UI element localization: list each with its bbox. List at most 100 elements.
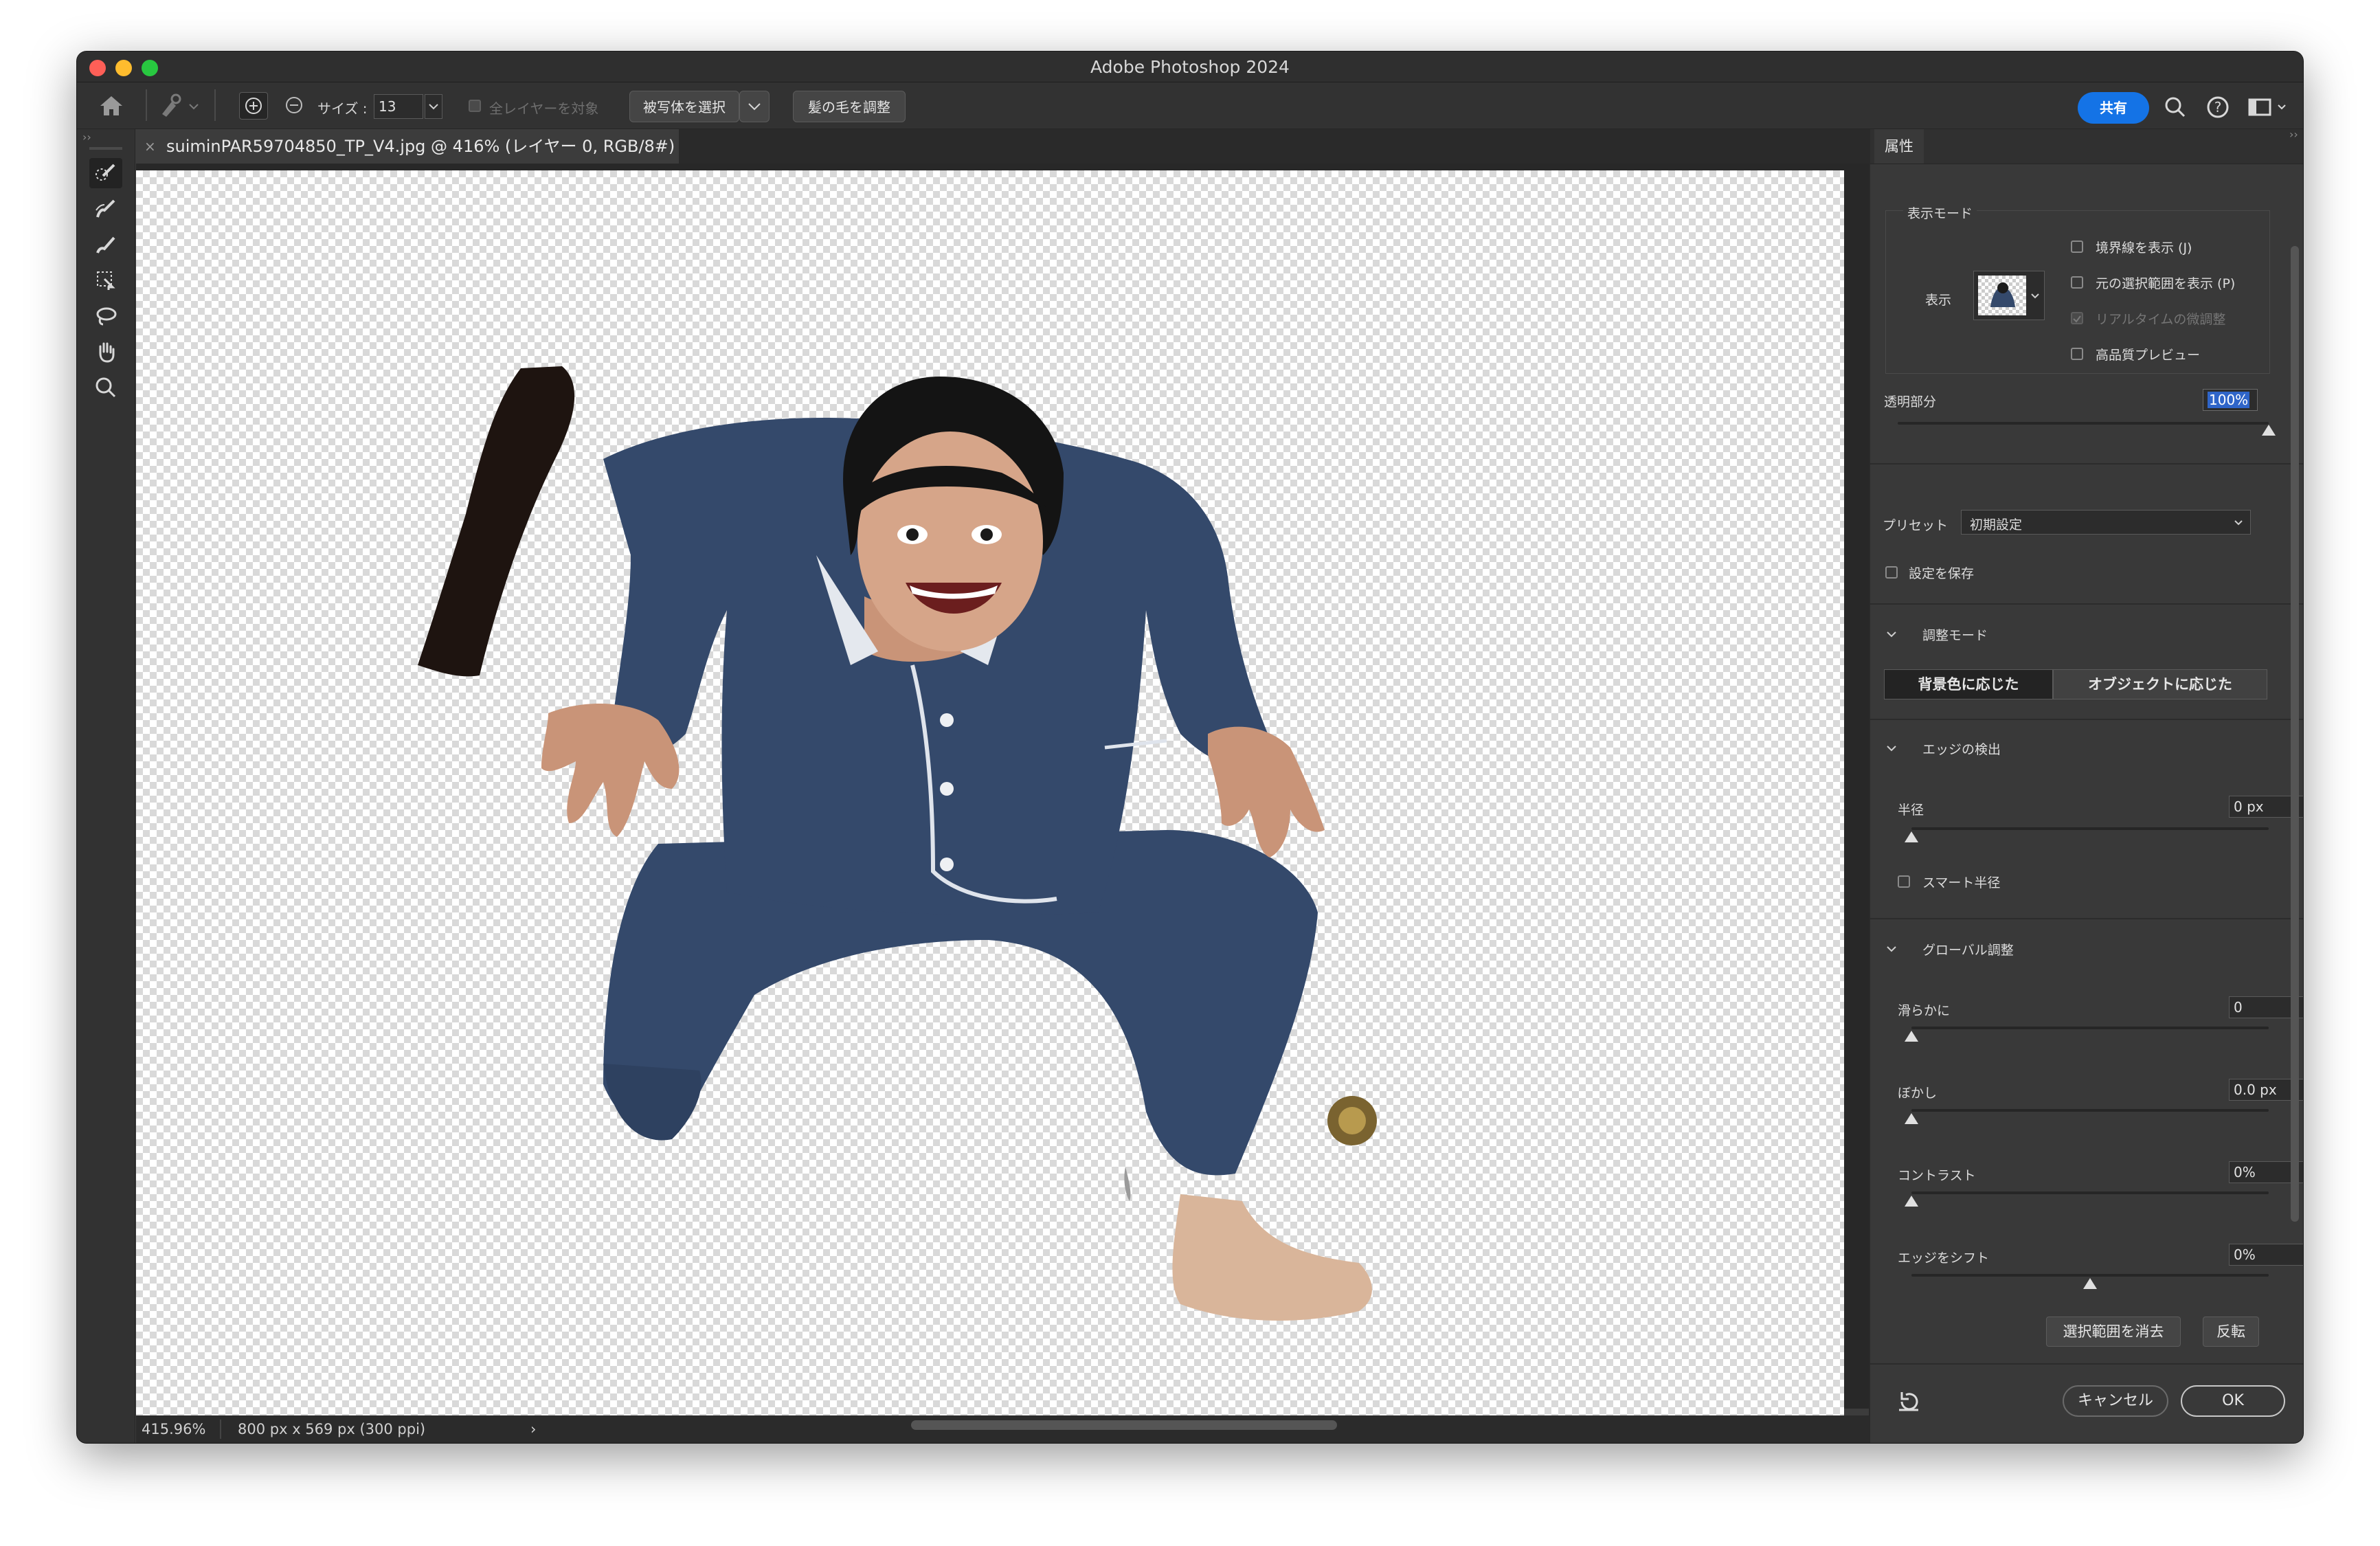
size-dropdown-icon[interactable] (425, 94, 442, 119)
feather-value: 0.0 px (2234, 1082, 2277, 1098)
collapse-panel-icon[interactable]: ›› (2289, 128, 2298, 141)
object-aware-button[interactable]: オブジェクトに応じた (2053, 669, 2267, 699)
zoom-icon[interactable] (89, 372, 122, 403)
size-input[interactable]: 13 (374, 94, 423, 119)
feather-label: ぼかし (1898, 1086, 1938, 1101)
transparency-value: 100% (2208, 392, 2250, 408)
smart-radius-checkbox[interactable] (1898, 875, 1910, 888)
cancel-button[interactable]: キャンセル (2063, 1385, 2168, 1417)
contrast-slider-thumb[interactable] (1905, 1196, 1918, 1207)
feather-slider-thumb[interactable] (1905, 1113, 1918, 1124)
realtime-refinement-checkbox[interactable] (2071, 312, 2083, 324)
invert-label: 反転 (2216, 1323, 2245, 1340)
smooth-slider-track[interactable] (1911, 1027, 2269, 1029)
contrast-value: 0% (2234, 1164, 2256, 1180)
select-subject-button[interactable]: 被写体を選択 (629, 91, 739, 122)
canvas-horizontal-scrollbar[interactable] (911, 1420, 1337, 1430)
shift-edge-slider-thumb[interactable] (2083, 1278, 2097, 1289)
zoom-level[interactable]: 415.96% (142, 1415, 205, 1443)
refine-edge-brush-icon[interactable] (89, 194, 122, 224)
smooth-value: 0 (2234, 999, 2243, 1016)
background-aware-button[interactable]: 背景色に応じた (1884, 669, 2053, 699)
document-tab[interactable]: × suiminPAR59704850_TP_V4.jpg @ 416% (レイ… (136, 129, 679, 164)
background-aware-label: 背景色に応じた (1918, 676, 2019, 693)
shift-edge-label: エッジをシフト (1898, 1251, 1990, 1266)
tool-preset-picker[interactable] (158, 92, 202, 120)
chevron-down-icon[interactable] (1885, 628, 1898, 640)
show-edge-label: 境界線を表示 (J) (2096, 240, 2192, 256)
photoshop-window: Adobe Photoshop 2024 サイズ : 13 全レイヤーを対象 被… (77, 52, 2303, 1443)
share-label: 共有 (2100, 100, 2127, 116)
smart-radius-label: スマート半径 (1922, 875, 2001, 890)
contrast-slider-track[interactable] (1911, 1191, 2269, 1194)
search-icon[interactable] (2162, 93, 2189, 121)
workspace-icon[interactable] (2247, 93, 2289, 121)
radius-value: 0 px (2234, 798, 2264, 815)
show-original-checkbox[interactable] (2071, 276, 2083, 289)
show-edge-checkbox[interactable] (2071, 240, 2083, 253)
radius-slider-track[interactable] (1911, 827, 2269, 830)
view-thumbnail-dropdown[interactable] (1973, 271, 2045, 320)
realtime-refinement-label: リアルタイムの微調整 (2096, 312, 2226, 327)
select-subject-dropdown[interactable] (739, 91, 770, 122)
hand-icon[interactable] (89, 337, 122, 367)
invert-button[interactable]: 反転 (2203, 1317, 2259, 1347)
size-label: サイズ : (317, 100, 368, 117)
view-label: 表示 (1925, 293, 1952, 308)
view-mode-header: 表示モード (1903, 203, 1977, 222)
options-bar: サイズ : 13 全レイヤーを対象 被写体を選択 髪の毛を調整 共有 ? (77, 82, 2303, 129)
refine-hair-label: 髪の毛を調整 (808, 99, 890, 115)
ok-label: OK (2222, 1392, 2244, 1409)
edge-detection-header: エッジの検出 (1922, 742, 2001, 757)
share-button[interactable]: 共有 (2078, 92, 2149, 124)
radius-label: 半径 (1898, 803, 1924, 818)
preset-label: プリセット (1883, 518, 1949, 533)
brush-icon[interactable] (89, 229, 122, 260)
collapse-tools-icon[interactable]: ›› (82, 131, 91, 144)
sample-all-layers-label: 全レイヤーを対象 (489, 100, 599, 117)
transparency-label: 透明部分 (1884, 394, 1937, 410)
lasso-icon[interactable] (89, 301, 122, 331)
shift-edge-slider-track[interactable] (1911, 1274, 2269, 1277)
view-thumbnail (1978, 276, 2026, 315)
cancel-label: キャンセル (2077, 1392, 2153, 1409)
transparency-input[interactable]: 100% (2203, 389, 2258, 411)
show-original-label: 元の選択範囲を表示 (P) (2096, 276, 2236, 291)
feather-slider-track[interactable] (1911, 1109, 2269, 1112)
sample-all-layers-checkbox[interactable] (469, 100, 481, 112)
object-selection-icon[interactable] (89, 265, 122, 295)
transparency-slider-thumb[interactable] (2262, 425, 2276, 436)
tab-properties-label: 属性 (1885, 138, 1913, 155)
preset-dropdown[interactable]: 初期設定 (1961, 510, 2251, 535)
select-subject-label: 被写体を選択 (643, 99, 726, 115)
status-menu-arrow[interactable]: › (530, 1415, 536, 1443)
clear-selection-label: 選択範囲を消去 (2063, 1323, 2164, 1340)
radius-slider-thumb[interactable] (1905, 831, 1918, 842)
chevron-down-icon (748, 103, 761, 111)
quick-selection-icon[interactable] (89, 158, 122, 188)
smooth-slider-thumb[interactable] (1905, 1031, 1918, 1042)
home-icon[interactable] (98, 93, 125, 118)
chevron-down-icon[interactable] (1885, 742, 1898, 754)
new-selection-button[interactable] (239, 92, 268, 120)
refine-hair-button[interactable]: 髪の毛を調整 (793, 91, 906, 122)
panel-scrollbar[interactable] (2291, 246, 2299, 1222)
high-quality-preview-checkbox[interactable] (2071, 348, 2083, 360)
close-tab-icon[interactable]: × (144, 129, 156, 164)
transparency-slider-track[interactable] (1898, 422, 2269, 425)
tab-properties[interactable]: 属性 (1874, 129, 1924, 164)
ok-button[interactable]: OK (2181, 1385, 2285, 1417)
chevron-down-icon[interactable] (1885, 943, 1898, 955)
panel-tab-bar: 属性 ›› (1870, 128, 2303, 164)
help-icon[interactable]: ? (2204, 93, 2232, 121)
clear-selection-button[interactable]: 選択範囲を消去 (2046, 1317, 2181, 1347)
shift-edge-input[interactable]: 0% (2229, 1244, 2303, 1266)
high-quality-preview-label: 高品質プレビュー (2096, 348, 2201, 363)
reset-icon[interactable] (1895, 1388, 1922, 1415)
subtract-selection-button[interactable] (280, 92, 309, 120)
smooth-label: 滑らかに (1898, 1003, 1951, 1018)
save-settings-checkbox[interactable] (1885, 566, 1898, 579)
document-canvas[interactable] (136, 170, 1844, 1415)
title-bar: Adobe Photoshop 2024 (77, 52, 2303, 82)
tools-panel: ›› (77, 129, 135, 1443)
